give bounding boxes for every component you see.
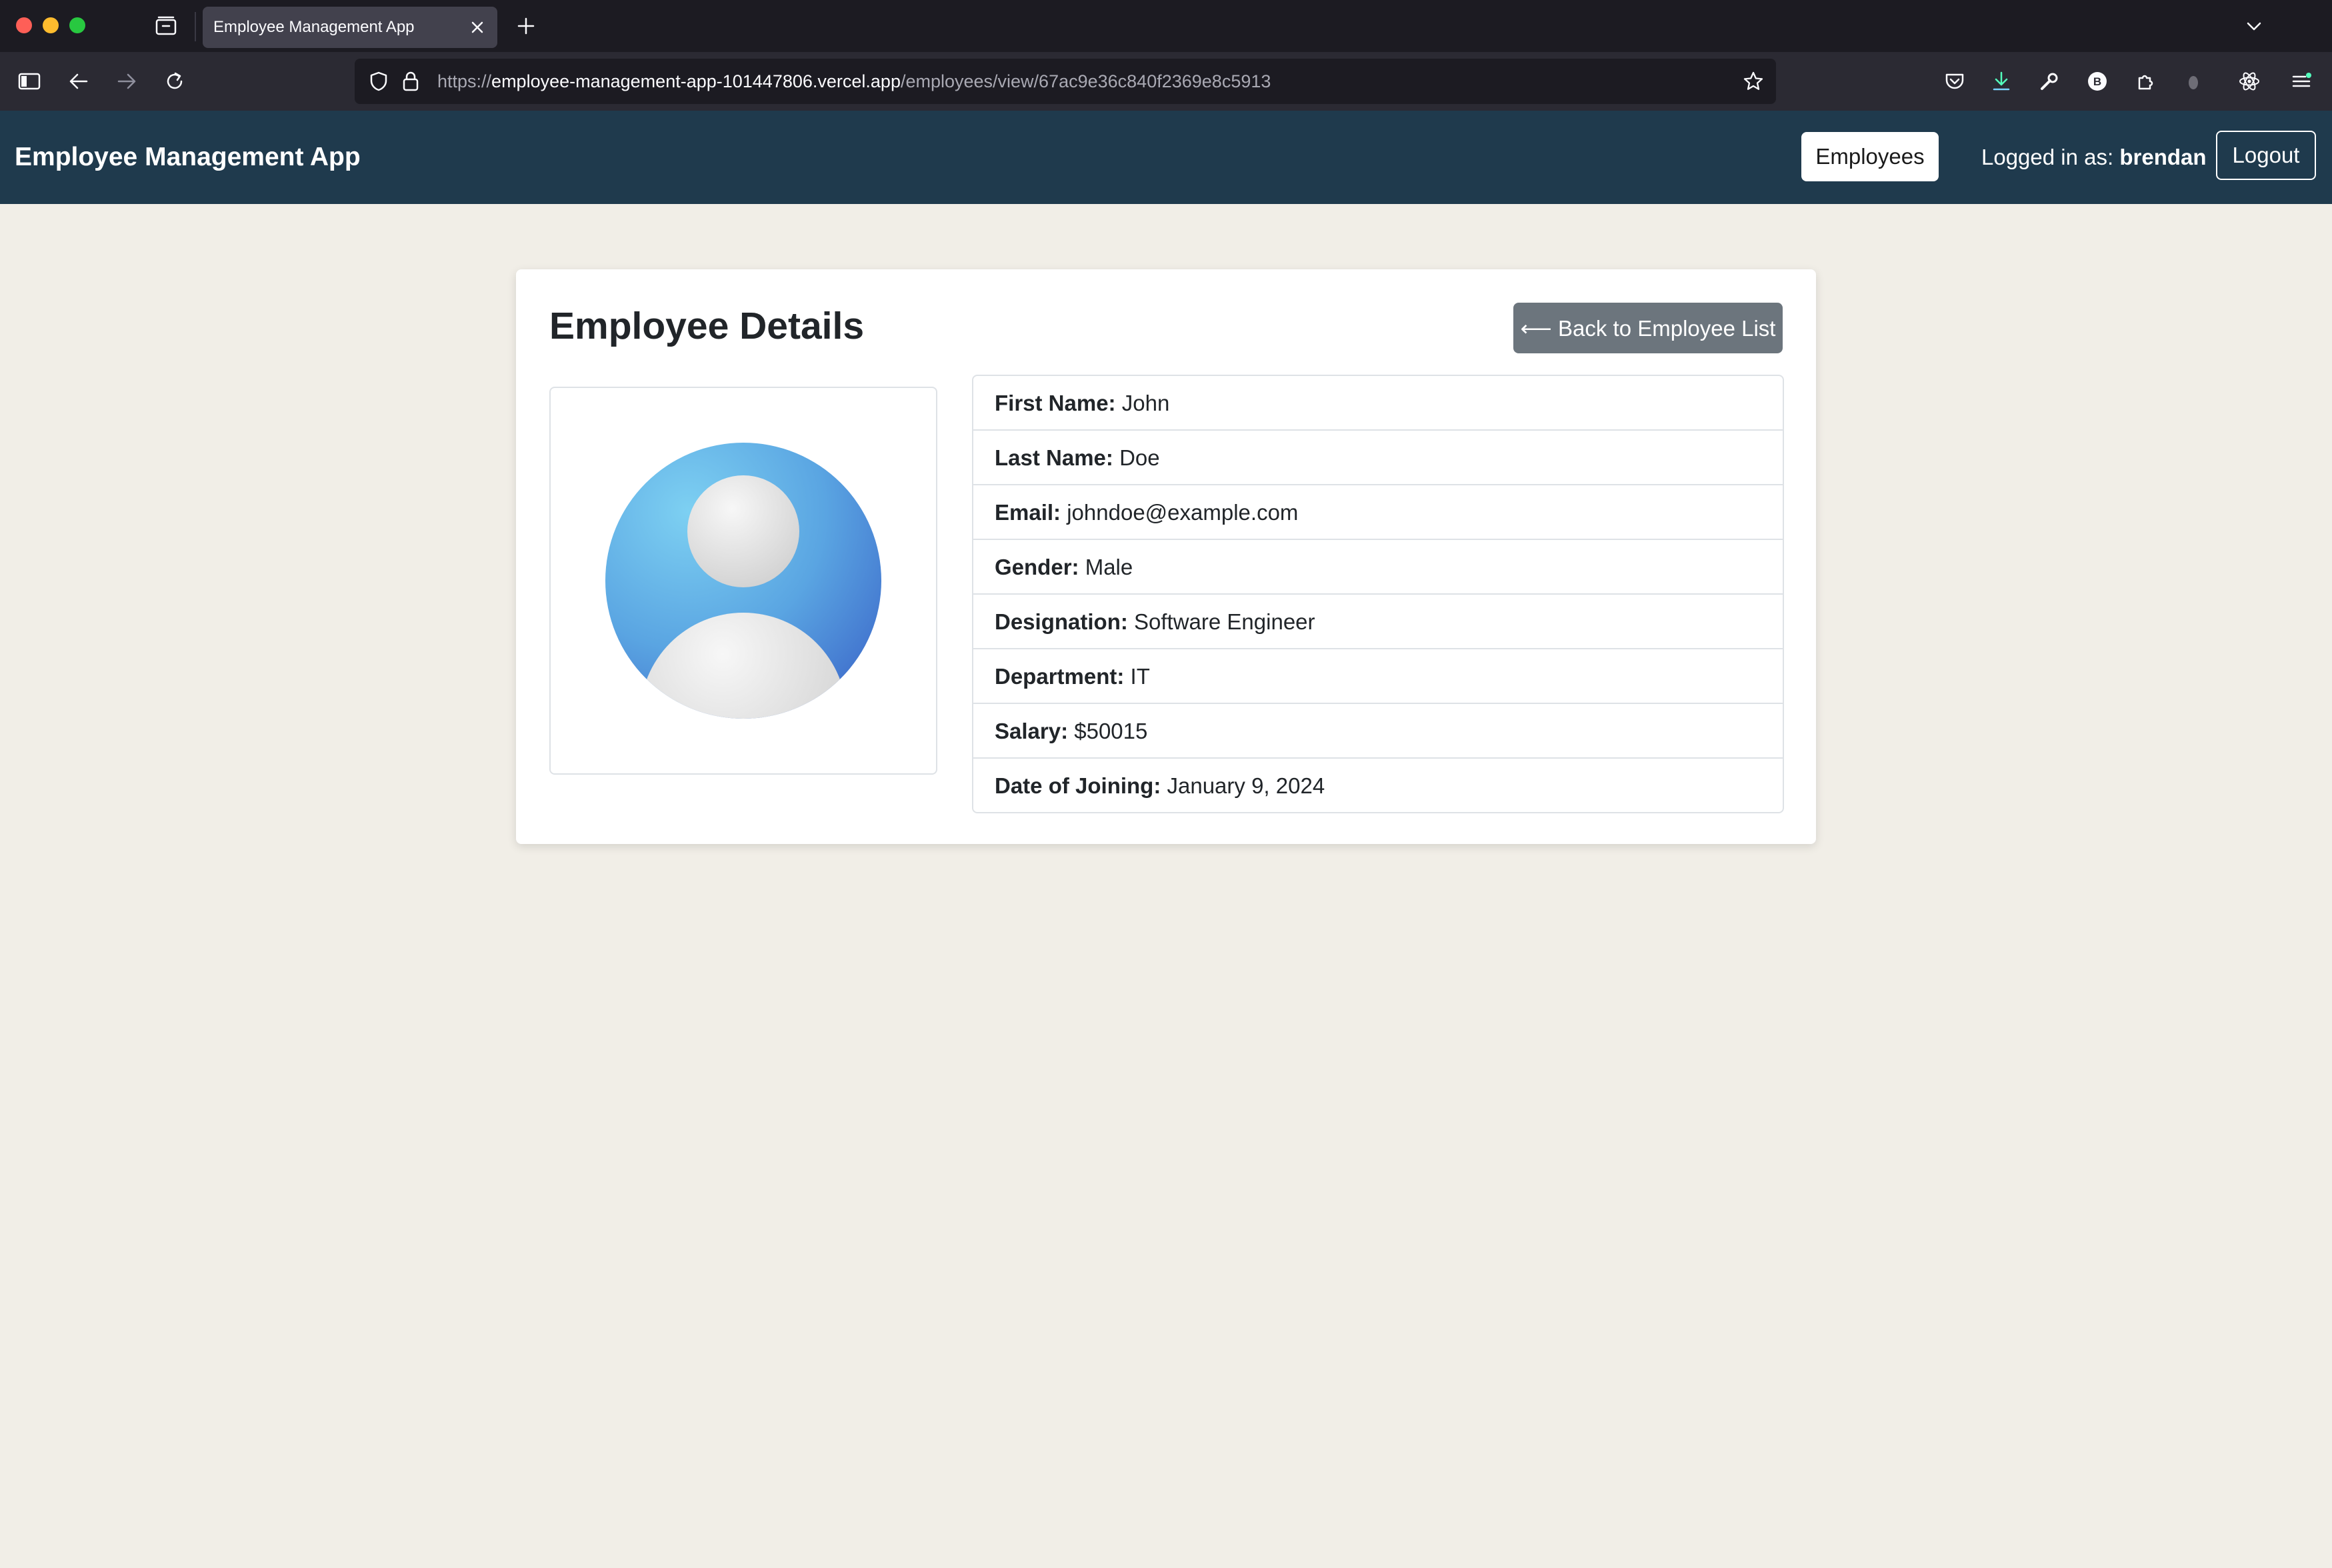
extension-dim-icon[interactable] xyxy=(2179,67,2208,96)
detail-label: Designation: xyxy=(995,609,1128,634)
detail-value: John xyxy=(1121,391,1170,415)
tab-overview-icon[interactable] xyxy=(152,13,180,39)
detail-value: johndoe@example.com xyxy=(1067,500,1299,525)
employees-nav-button[interactable]: Employees xyxy=(1801,132,1939,181)
window-minimize-button[interactable] xyxy=(43,17,59,33)
url-path: /employees/view/67ac9e36c840f2369e8c5913 xyxy=(900,71,1271,91)
detail-value: January 9, 2024 xyxy=(1167,773,1325,798)
page-title: Employee Details xyxy=(549,305,865,347)
logged-in-username: brendan xyxy=(2119,145,2207,169)
detail-row-email: Email: johndoe@example.com xyxy=(973,485,1783,540)
window-close-button[interactable] xyxy=(16,17,32,33)
browser-tab-bar: Employee Management App xyxy=(0,0,2332,52)
detail-label: Department: xyxy=(995,664,1125,689)
detail-label: Salary: xyxy=(995,719,1069,743)
detail-row-gender: Gender: Male xyxy=(973,540,1783,595)
browser-tab[interactable]: Employee Management App xyxy=(203,7,497,48)
detail-row-first-name: First Name: John xyxy=(973,376,1783,431)
tab-list-chevron-down-icon[interactable] xyxy=(2240,12,2268,40)
app-menu-icon[interactable] xyxy=(2287,67,2316,96)
react-devtools-icon[interactable] xyxy=(2235,67,2264,96)
window-maximize-button[interactable] xyxy=(69,17,85,33)
lock-icon[interactable] xyxy=(399,69,423,93)
detail-label: First Name: xyxy=(995,391,1116,415)
detail-label: Email: xyxy=(995,500,1061,525)
detail-row-last-name: Last Name: Doe xyxy=(973,431,1783,485)
detail-value: Doe xyxy=(1119,445,1160,470)
app-navbar: Employee Management App Employees Logged… xyxy=(0,111,2332,204)
pocket-icon[interactable] xyxy=(1940,67,1969,96)
detail-value: $50015 xyxy=(1074,719,1148,743)
logged-in-status: Logged in as: brendan xyxy=(1981,111,2207,204)
tracking-shield-icon[interactable] xyxy=(367,69,391,93)
new-tab-plus-icon[interactable] xyxy=(512,12,540,40)
url-text[interactable]: https://employee-management-app-10144780… xyxy=(437,59,1271,104)
employee-details-card: Employee Details ⟵ Back to Employee List xyxy=(516,269,1816,844)
profile-b-icon[interactable]: B xyxy=(2083,67,2112,96)
avatar-frame xyxy=(549,387,937,775)
detail-row-salary: Salary: $50015 xyxy=(973,704,1783,759)
tab-close-icon[interactable] xyxy=(464,14,491,41)
sidebar-toggle-icon[interactable] xyxy=(13,65,45,97)
back-arrow-icon[interactable] xyxy=(63,65,95,97)
avatar-person-icon xyxy=(605,443,881,719)
svg-text:B: B xyxy=(2093,75,2101,88)
url-host: employee-management-app-101447806.vercel… xyxy=(491,71,901,91)
detail-label: Gender: xyxy=(995,555,1079,579)
tab-separator xyxy=(195,12,196,41)
detail-value: Software Engineer xyxy=(1134,609,1315,634)
url-scheme: https:// xyxy=(437,71,492,91)
logged-in-prefix: Logged in as: xyxy=(1981,145,2114,169)
browser-toolbar: https://employee-management-app-10144780… xyxy=(0,52,2332,111)
extensions-puzzle-icon[interactable] xyxy=(2131,67,2160,96)
app-brand[interactable]: Employee Management App xyxy=(15,111,361,204)
wrench-icon[interactable] xyxy=(2035,67,2064,96)
forward-arrow-icon[interactable] xyxy=(111,65,143,97)
detail-value: IT xyxy=(1130,664,1150,689)
logout-button[interactable]: Logout xyxy=(2216,131,2316,180)
employee-details-list: First Name: John Last Name: Doe Email: j… xyxy=(972,375,1784,813)
detail-row-designation: Designation: Software Engineer xyxy=(973,595,1783,649)
detail-label: Date of Joining: xyxy=(995,773,1161,798)
browser-tab-title: Employee Management App xyxy=(213,18,415,36)
back-to-list-button[interactable]: ⟵ Back to Employee List xyxy=(1513,303,1783,353)
address-bar[interactable]: https://employee-management-app-10144780… xyxy=(355,59,1776,104)
detail-label: Last Name: xyxy=(995,445,1113,470)
reload-icon[interactable] xyxy=(159,65,191,97)
downloads-icon[interactable] xyxy=(1987,67,2016,96)
detail-row-department: Department: IT xyxy=(973,649,1783,704)
detail-row-date-of-joining: Date of Joining: January 9, 2024 xyxy=(973,759,1783,812)
detail-value: Male xyxy=(1085,555,1133,579)
bookmark-star-icon[interactable] xyxy=(1740,68,1767,95)
